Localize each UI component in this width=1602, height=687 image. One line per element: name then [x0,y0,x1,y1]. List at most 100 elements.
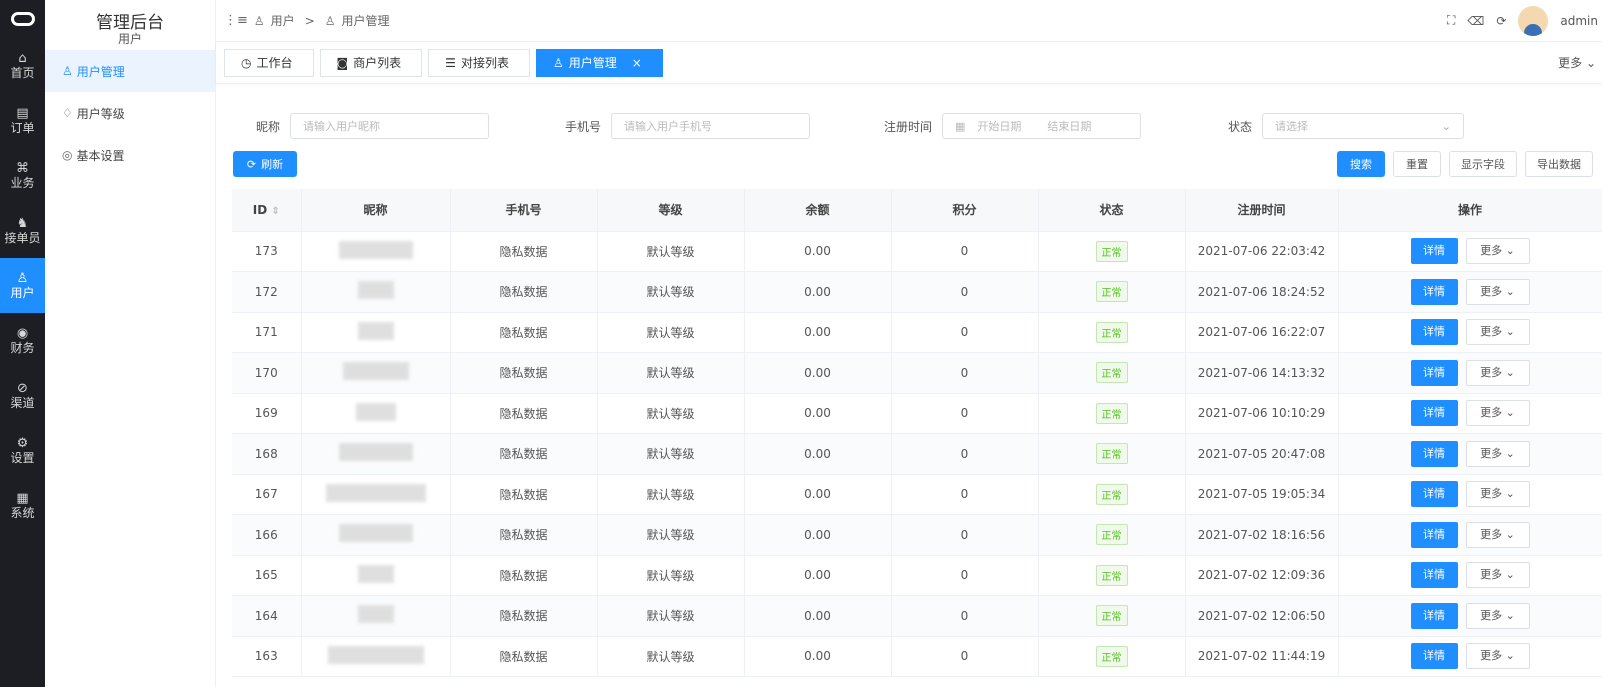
detail-button[interactable]: 详情 [1410,359,1458,386]
logo[interactable] [0,0,45,38]
status-label: 状态 [1228,119,1253,134]
phone-input[interactable]: 请输入用户手机号 [611,113,811,139]
cell-level: 默认等级 [597,231,745,272]
more-dropdown-button[interactable]: 更多 ⌄ [1465,481,1530,508]
cell-regtime: 2021-07-06 16:22:07 [1185,312,1339,353]
detail-button[interactable]: 详情 [1410,521,1458,548]
rail-item-1[interactable]: ▤ 订单 [0,93,45,148]
list-icon: ☰ [445,55,456,70]
detail-button[interactable]: 详情 [1410,238,1458,265]
rail-item-label: 接单员 [4,230,41,245]
rail-item-7[interactable]: ⚙ 设置 [0,423,45,478]
rail-item-label: 财务 [10,340,35,355]
more-dropdown-button[interactable]: 更多 ⌄ [1465,562,1530,589]
tab-integration-list[interactable]: ☰ 对接列表 [428,48,530,77]
detail-button[interactable]: 详情 [1410,400,1458,427]
column-header-label: 昵称 [363,203,388,218]
cell-regtime: 2021-07-02 12:09:36 [1185,555,1339,596]
home-icon: ⌂ [18,50,27,66]
menu-item-0[interactable]: ♙ 用户管理 [45,50,215,92]
more-dropdown-button[interactable]: 更多 ⌄ [1465,643,1530,670]
more-dropdown-button[interactable]: 更多 ⌄ [1465,278,1530,305]
tab-user-management[interactable]: ♙ 用户管理 × [535,48,663,77]
cell-status: 正常 [1038,271,1186,313]
status-badge: 正常 [1095,645,1128,667]
menu-item-1[interactable]: ♢ 用户等级 [45,92,215,134]
more-dropdown-button[interactable]: 更多 ⌄ [1465,521,1530,548]
reset-button[interactable]: 重置 [1393,151,1441,177]
clear-cache-icon[interactable]: ⌫ [1467,14,1484,28]
avatar[interactable] [1518,5,1549,36]
status-select[interactable]: 请选择 ⌄ [1262,113,1465,139]
system-icon: ▦ [16,490,29,506]
secondary-menu: 管理后台 用户 ♙ 用户管理 ♢ 用户等级 ◎ 基本设置 [45,0,216,687]
tabs-more-button[interactable]: 更多 ⌄ [1558,54,1602,71]
chevron-down-icon: ⌄ [1505,406,1515,420]
rail-item-label: 订单 [10,120,35,135]
rail-item-3[interactable]: ♞ 接单员 [0,203,45,258]
search-button[interactable]: 搜索 [1337,151,1385,177]
cell-id: 172 [232,271,302,313]
more-label: 更多 [1480,365,1503,379]
gear-icon: ◎ [62,148,73,162]
rail-item-2[interactable]: ⌘ 业务 [0,148,45,203]
cell-id: 169 [232,393,302,434]
column-header-label: 操作 [1457,203,1482,218]
rail-item-5[interactable]: ◉ 财务 [0,313,45,368]
rail-item-6[interactable]: ⊘ 渠道 [0,368,45,423]
column-header: 等级 [597,189,745,232]
more-dropdown-button[interactable]: 更多 ⌄ [1465,359,1530,386]
cell-points: 0 [891,352,1039,394]
refresh-button[interactable]: ⟳ 刷新 [233,151,297,177]
tab-merchant-list[interactable]: ◙ 商户列表 [319,48,423,77]
detail-button[interactable]: 详情 [1410,278,1458,305]
refresh-icon[interactable]: ⟳ [1496,14,1506,28]
sort-icon[interactable]: ⇕ [271,206,279,217]
cell-level: 默认等级 [597,312,745,353]
breadcrumb-item[interactable]: 用户 [271,12,295,29]
collapse-menu-icon[interactable]: ⋮≡ [224,13,248,28]
cell-actions: 详情 更多 ⌄ [1338,352,1602,394]
column-header-label: ID [252,202,268,217]
rail-item-8[interactable]: ▦ 系统 [0,478,45,533]
column-header[interactable]: ID ⇕ [232,189,302,232]
refresh-label: 刷新 [261,158,284,171]
detail-button[interactable]: 详情 [1410,319,1458,346]
column-header-label: 积分 [952,203,977,218]
menu-item-2[interactable]: ◎ 基本设置 [45,134,215,176]
username[interactable]: admin [1560,14,1598,28]
blurred-nickname [357,564,394,583]
column-header: 余额 [744,189,892,232]
nickname-input[interactable]: 请输入用户昵称 [290,113,490,139]
rail-item-0[interactable]: ⌂ 首页 [0,38,45,93]
detail-button[interactable]: 详情 [1410,643,1458,670]
date-range-picker[interactable]: ▦ 开始日期 结束日期 [942,113,1142,139]
more-label: 更多 [1480,244,1503,258]
detail-button[interactable]: 详情 [1410,440,1458,467]
cell-balance: 0.00 [744,474,892,515]
export-button[interactable]: 导出数据 [1525,151,1593,177]
tab-dashboard[interactable]: ◷ 工作台 [224,48,314,77]
show-fields-button[interactable]: 显示字段 [1449,151,1517,177]
more-dropdown-button[interactable]: 更多 ⌄ [1465,440,1530,467]
detail-button[interactable]: 详情 [1410,562,1458,589]
cell-level: 默认等级 [597,271,745,313]
cell-status: 正常 [1038,393,1186,434]
status-badge: 正常 [1095,402,1128,424]
rail-item-4[interactable]: ♙ 用户 [0,258,45,313]
rail-item-label: 系统 [10,505,35,520]
more-label: 更多 [1480,608,1503,622]
cell-nickname [301,514,451,556]
cell-actions: 详情 更多 ⌄ [1338,636,1602,677]
detail-button[interactable]: 详情 [1410,481,1458,508]
menu-item-label: 用户等级 [76,106,125,121]
close-icon[interactable]: × [632,56,642,70]
more-dropdown-button[interactable]: 更多 ⌄ [1465,400,1530,427]
more-dropdown-button[interactable]: 更多 ⌄ [1465,319,1530,346]
more-dropdown-button[interactable]: 更多 ⌄ [1465,602,1530,629]
phone-label: 手机号 [565,119,602,134]
blurred-nickname [325,483,426,502]
fullscreen-icon[interactable]: ⛶ [1447,13,1455,28]
detail-button[interactable]: 详情 [1410,602,1458,629]
more-dropdown-button[interactable]: 更多 ⌄ [1465,238,1530,265]
